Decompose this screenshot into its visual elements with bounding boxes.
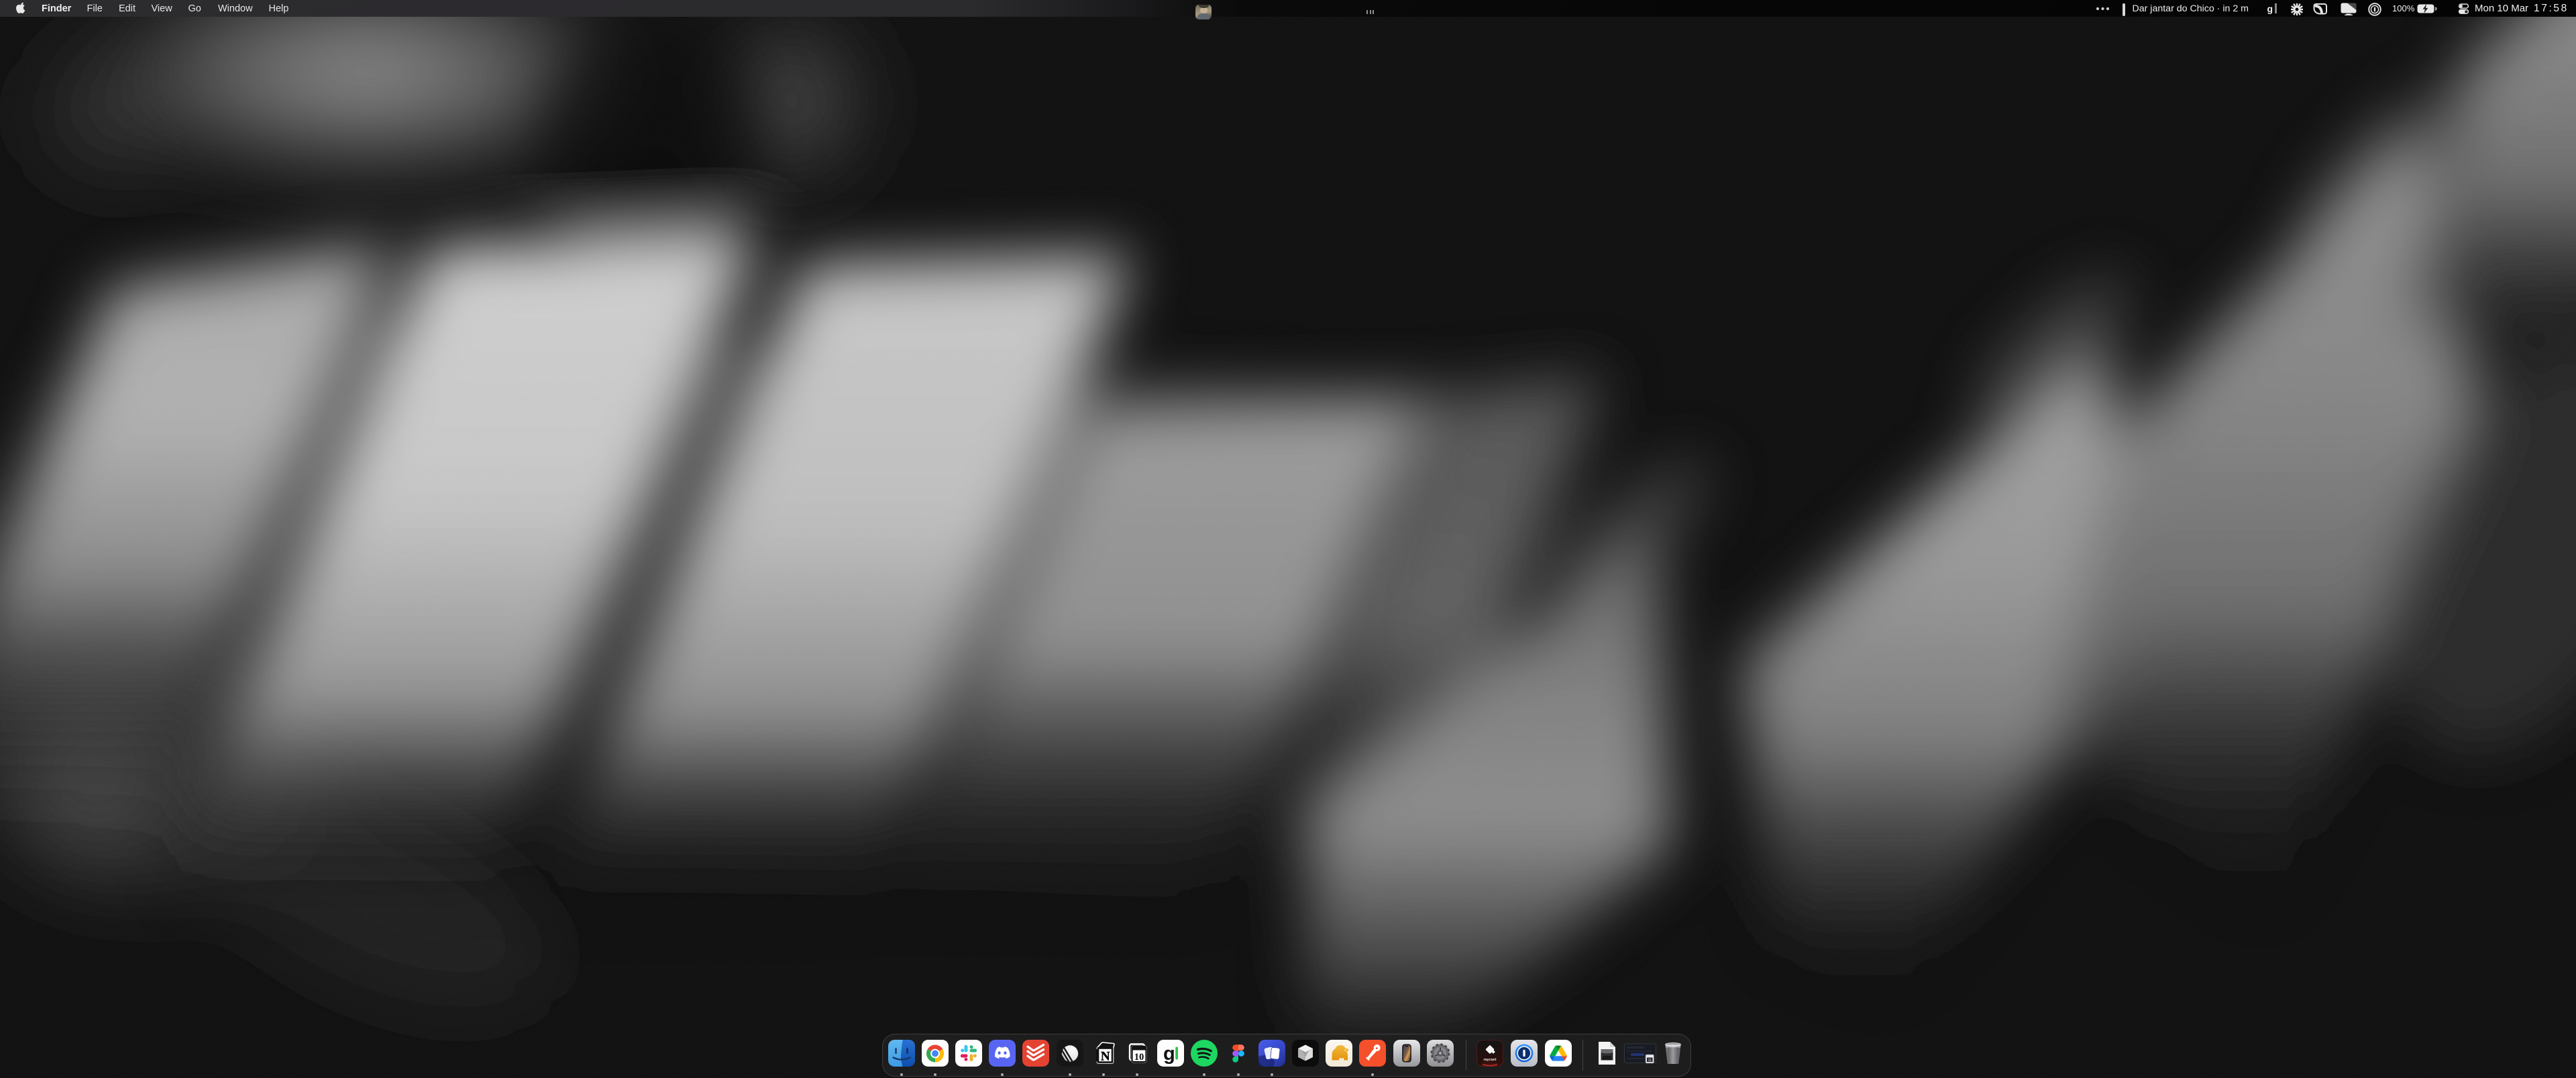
svg-text:11: 11 xyxy=(1648,1059,1652,1063)
svg-text:N: N xyxy=(1101,1050,1110,1064)
svg-text:g: g xyxy=(1163,1043,1175,1065)
svg-text:raycast: raycast xyxy=(1483,1058,1496,1062)
svg-text:10: 10 xyxy=(1134,1052,1144,1063)
